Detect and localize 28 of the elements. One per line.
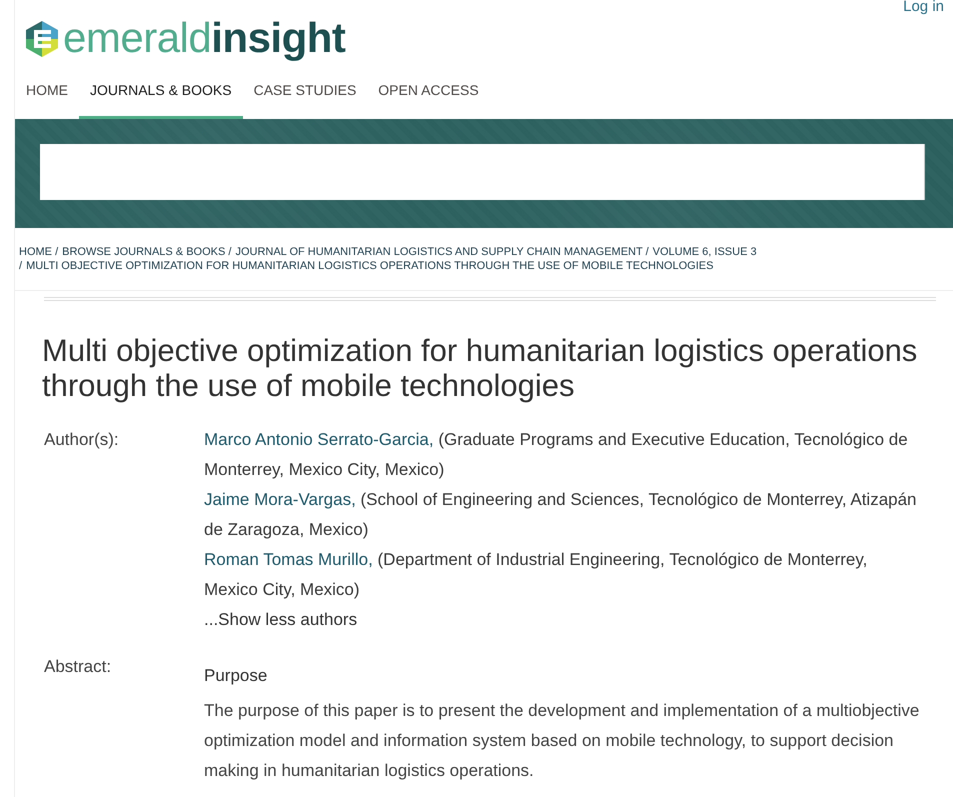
authors-label: Author(s):	[44, 429, 119, 451]
abstract-text: The purpose of this paper is to present the development and implementation of a multiobjective optimization model and information system based on mobile technology, to support decision making in humanitarian logistics operations.	[204, 700, 920, 782]
logo-text: emeraldinsight	[63, 16, 346, 60]
nav-tab[interactable]: OPEN ACCESS	[367, 64, 490, 119]
breadcrumb-separator: /	[19, 260, 22, 272]
breadcrumb-link[interactable]: HOME	[19, 246, 52, 258]
hexagon-logo-icon	[26, 21, 58, 57]
breadcrumb-link[interactable]: MULTI OBJECTIVE OPTIMIZATION FOR HUMANITARIAN LOGISTICS OPERATIONS THROUGH THE USE OF MOBILE TECHNOLOGIES	[26, 260, 714, 272]
breadcrumb-link[interactable]: VOLUME 6, ISSUE 3	[652, 246, 757, 258]
nav-tab[interactable]: HOME	[15, 64, 79, 119]
author-entry: Marco Antonio Serrato-Garcia, (Graduate Programs and Executive Education, Tecnológico de Monterrey, Mexico City, Mexico)	[204, 429, 909, 481]
breadcrumb-separator: /	[646, 246, 649, 258]
author-name-link[interactable]: Marco Antonio Serrato-Garcia,	[204, 430, 434, 449]
breadcrumb-separator: /	[228, 246, 232, 258]
abstract-label: Abstract:	[44, 656, 112, 678]
author-name-link[interactable]: Roman Tomas Murillo,	[204, 550, 373, 569]
author-entry: Jaime Mora-Vargas, (School of Engineering and Sciences, Tecnológico de Monterrey, Atizapán de Zaragoza, Mexico)	[204, 489, 918, 541]
author-entry: Roman Tomas Murillo, (Department of Industrial Engineering, Tecnológico de Monterrey, Mexico City, Mexico)	[204, 549, 868, 601]
nav-tab[interactable]: CASE STUDIES	[242, 64, 368, 119]
abstract-heading: Purpose	[204, 665, 268, 687]
breadcrumb-link[interactable]: BROWSE JOURNALS & BOOKS	[62, 246, 226, 258]
breadcrumb-separator: /	[55, 246, 58, 258]
show-less-authors-link[interactable]: ...Show less authors	[204, 605, 358, 635]
author-name-link[interactable]: Jaime Mora-Vargas,	[204, 490, 356, 509]
breadcrumb-link[interactable]: JOURNAL OF HUMANITARIAN LOGISTICS AND SUPPLY CHAIN MANAGEMENT	[235, 246, 643, 258]
article-title: Multi objective optimization for humanitarian logistics operations through the use of mobile technologies	[42, 333, 918, 403]
login-link[interactable]: Log in	[903, 0, 944, 15]
search-field[interactable]	[40, 144, 925, 200]
